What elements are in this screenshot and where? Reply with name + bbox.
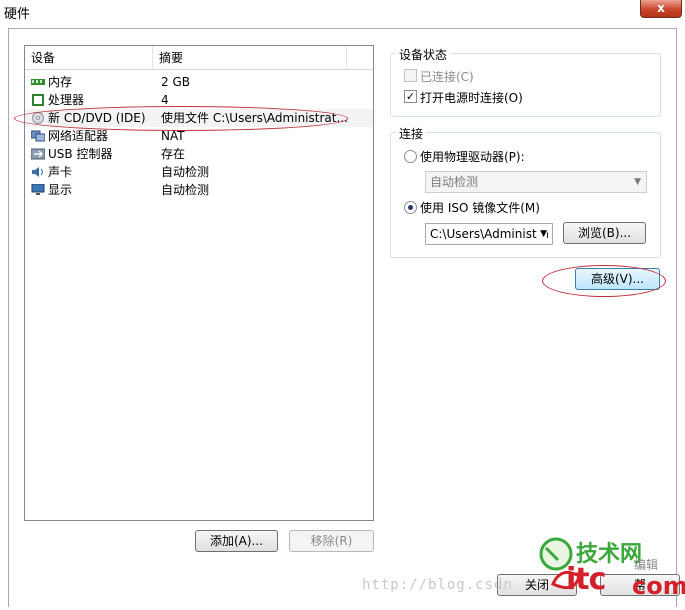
iso-path-value: C:\Users\Administra xyxy=(430,227,549,241)
radio-dot-icon xyxy=(408,205,413,210)
column-header-device[interactable]: 设备 xyxy=(25,46,153,70)
display-icon xyxy=(31,184,45,195)
iso-image-label[interactable]: 使用 ISO 镜像文件(M) xyxy=(420,199,540,216)
device-name: 网络适配器 xyxy=(48,129,109,143)
iso-path-combobox[interactable]: C:\Users\Administra ▼ xyxy=(425,223,553,245)
device-summary: 使用文件 C:\Users\Administrat... xyxy=(161,111,348,125)
device-list[interactable]: 设备 摘要 内存 2 GB 处理器 4 新 CD/DVD (IDE) 使用文件 … xyxy=(24,45,374,521)
window-title: 硬件 xyxy=(4,7,31,22)
device-row-network[interactable]: 网络适配器 NAT xyxy=(25,127,373,145)
device-row-sound[interactable]: 声卡 自动检测 xyxy=(25,163,373,181)
device-row-processor[interactable]: 处理器 4 xyxy=(25,91,373,109)
connect-at-power-on-label[interactable]: 打开电源时连接(O) xyxy=(420,89,523,106)
window-close-button[interactable]: x xyxy=(640,0,682,18)
watermark-url: http://blog.csdn xyxy=(362,577,513,593)
device-summary: 存在 xyxy=(161,147,186,161)
remove-button: 移除(R) xyxy=(289,530,374,552)
add-button[interactable]: 添加(A)... xyxy=(195,530,278,552)
device-row-display[interactable]: 显示 自动检测 xyxy=(25,181,373,199)
device-name: 内存 xyxy=(48,75,73,89)
column-header-summary[interactable]: 摘要 xyxy=(153,46,347,70)
physical-drive-radio[interactable] xyxy=(404,150,417,163)
device-summary: 自动检测 xyxy=(161,165,210,179)
device-summary: NAT xyxy=(161,129,185,143)
device-name: USB 控制器 xyxy=(48,147,113,161)
connected-checkbox xyxy=(404,69,417,82)
watermark-logo-small: 编辑 xyxy=(634,558,659,572)
device-summary: 4 xyxy=(161,93,169,107)
device-summary: 自动检测 xyxy=(161,183,210,197)
device-list-header: 设备 摘要 xyxy=(25,46,373,70)
connected-label: 已连接(C) xyxy=(420,70,474,84)
memory-icon xyxy=(31,79,45,85)
watermark-logo-letters: itc xyxy=(566,562,606,597)
title-bar: 硬件 x xyxy=(0,0,685,24)
physical-drive-label[interactable]: 使用物理驱动器(P): xyxy=(420,148,525,165)
physical-drive-value: 自动检测 xyxy=(430,175,479,189)
network-adapter-icon xyxy=(31,130,45,142)
sound-icon xyxy=(32,167,43,177)
browse-button[interactable]: 浏览(B)... xyxy=(563,222,646,244)
connection-title: 连接 xyxy=(396,125,427,142)
chevron-down-icon[interactable]: ▼ xyxy=(537,224,547,244)
advanced-button[interactable]: 高级(V)... xyxy=(575,268,660,290)
device-name: 显示 xyxy=(48,183,73,197)
device-status-title: 设备状态 xyxy=(396,46,451,63)
device-row-memory[interactable]: 内存 2 GB xyxy=(25,73,373,91)
device-row-cd-dvd[interactable]: 新 CD/DVD (IDE) 使用文件 C:\Users\Administrat… xyxy=(25,109,373,127)
watermark-logo-suffix: com xyxy=(632,572,685,600)
processor-icon xyxy=(32,94,44,106)
cd-dvd-icon xyxy=(32,112,44,124)
iso-image-radio[interactable] xyxy=(404,201,417,214)
device-summary: 2 GB xyxy=(161,75,190,89)
connect-at-power-on-checkbox[interactable]: ✓ xyxy=(404,90,417,103)
device-row-usb[interactable]: USB 控制器 存在 xyxy=(25,145,373,163)
usb-icon xyxy=(31,148,45,160)
checkmark-icon: ✓ xyxy=(405,90,416,103)
chevron-down-icon: ▼ xyxy=(634,177,641,187)
device-name: 处理器 xyxy=(48,93,85,107)
device-name: 新 CD/DVD (IDE) xyxy=(48,111,146,125)
close-icon: x xyxy=(657,1,665,15)
watermark-logo: 技术网 itc com 编辑 xyxy=(536,528,685,607)
physical-drive-select: 自动检测 ▼ xyxy=(425,171,647,193)
device-name: 声卡 xyxy=(48,165,73,179)
